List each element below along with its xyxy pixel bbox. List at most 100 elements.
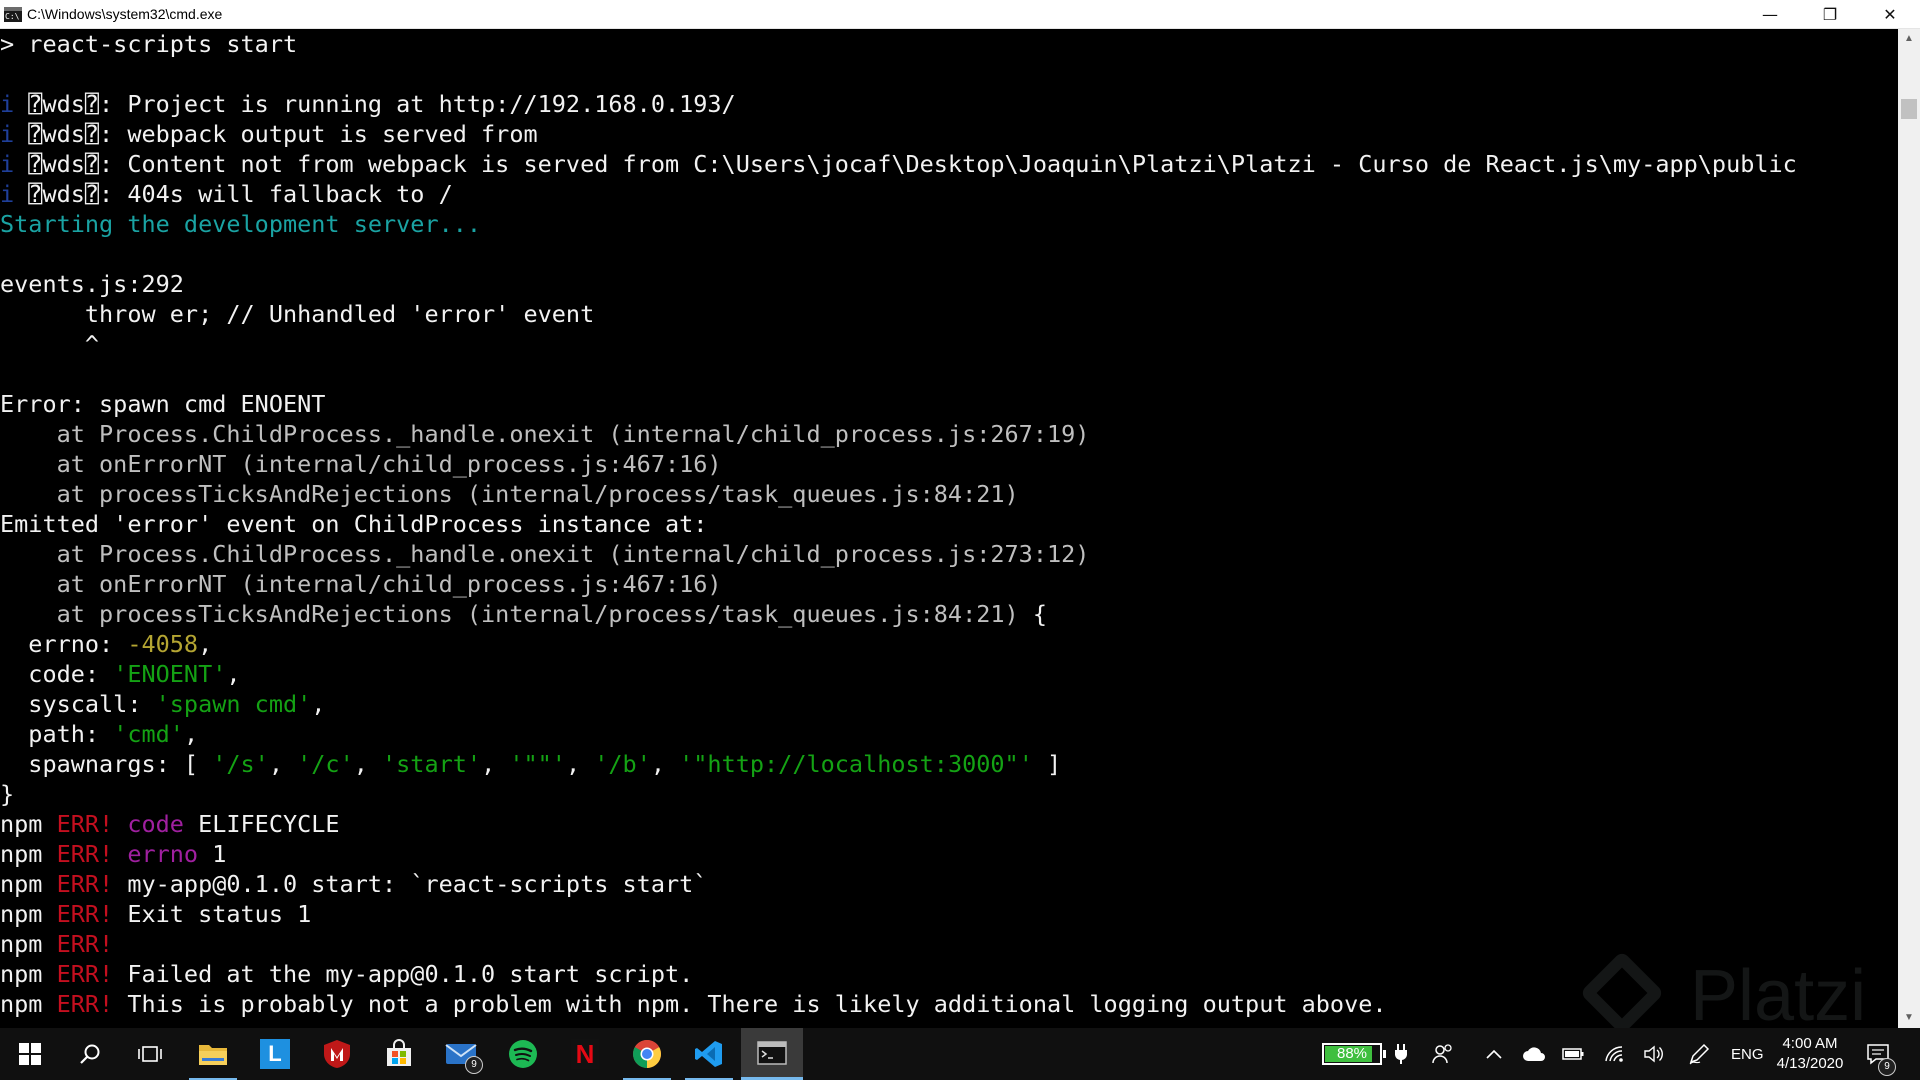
scroll-up-arrow-icon[interactable]: ▲ (1898, 29, 1920, 49)
minimize-button[interactable]: — (1740, 0, 1800, 29)
taskbar-chrome[interactable] (617, 1028, 677, 1080)
taskbar-vscode[interactable] (679, 1028, 739, 1080)
console-line: at Process.ChildProcess._handle.onexit (… (0, 419, 1898, 449)
console-text-segment: ERR! (56, 810, 114, 838)
scrollbar-thumb[interactable] (1901, 99, 1917, 119)
volume-button[interactable] (1643, 1028, 1665, 1080)
console-text-segment: Error: spawn cmd ENOENT (0, 390, 326, 418)
battery-terminal (1383, 1050, 1386, 1058)
taskbar-mcafee[interactable] (307, 1028, 367, 1080)
windows-logo-icon (19, 1043, 41, 1065)
console-line: npm ERR! code ELIFECYCLE (0, 809, 1898, 839)
console-text-segment: } (0, 780, 15, 808)
console-line: spawnargs: [ '/s', '/c', 'start', '""', … (0, 749, 1898, 779)
console-line: code: 'ENOENT', (0, 659, 1898, 689)
console-text-segment: at processTicksAndRejections (internal/p… (0, 480, 1019, 508)
console-text-segment: my-app@0.1.0 start: `react-scripts start… (113, 870, 708, 898)
taskbar-store[interactable] (369, 1028, 429, 1080)
taskbar-app-l[interactable]: L (245, 1028, 305, 1080)
chrome-icon (633, 1040, 661, 1068)
console-line: i ⍰wds⍰: Project is running at http://19… (0, 89, 1898, 119)
task-view-button[interactable] (120, 1028, 180, 1080)
console-text-segment: ⍰wds⍰: webpack output is served from (28, 120, 538, 148)
console-text-segment: ⍰wds⍰: Content not from webpack is serve… (28, 150, 1797, 178)
people-button[interactable] (1432, 1028, 1454, 1080)
console-text-segment: > react-scripts start (0, 30, 298, 58)
console-text-segment: ERR! (56, 870, 114, 898)
console-text-segment: , (650, 750, 680, 778)
speaker-icon (1644, 1045, 1663, 1063)
console-text-segment: errno: (0, 630, 128, 658)
search-icon (80, 1044, 100, 1064)
console-text-segment: '/s' (212, 750, 269, 778)
console-text-segment: ELIFECYCLE (183, 810, 340, 838)
taskbar-netflix[interactable]: N (555, 1028, 615, 1080)
console-text-segment: ^ (0, 330, 100, 358)
console-line: npm ERR! errno 1 (0, 839, 1898, 869)
pen-workspace-button[interactable] (1688, 1028, 1710, 1080)
close-button[interactable]: ✕ (1860, 0, 1920, 29)
onedrive-button[interactable] (1522, 1028, 1546, 1080)
console-text-segment: path: (0, 720, 114, 748)
battery-indicator[interactable]: 88% (1322, 1028, 1408, 1080)
console-line: at onErrorNT (internal/child_process.js:… (0, 569, 1898, 599)
console-text-segment: at Process.ChildProcess._handle.onexit (… (0, 540, 1090, 568)
battery-icon (1562, 1048, 1584, 1060)
console-text-segment: ⍰wds⍰: 404s will fallback to / (28, 180, 453, 208)
console-text-segment: npm (0, 960, 57, 988)
console-text-segment: at processTicksAndRejections (internal/p… (0, 600, 1019, 628)
language-indicator[interactable]: ENG (1731, 1028, 1764, 1080)
taskbar-spotify[interactable] (493, 1028, 553, 1080)
wifi-icon (1605, 1046, 1623, 1062)
window-title-bar[interactable]: C:\ C:\Windows\system32\cmd.exe — ❐ ✕ (0, 0, 1920, 29)
console-line: Starting the development server... (0, 209, 1898, 239)
console-line: throw er; // Unhandled 'error' event (0, 299, 1898, 329)
start-button[interactable] (0, 1028, 60, 1080)
console-text-segment: code (127, 810, 184, 838)
taskbar-mail[interactable]: 9 (431, 1028, 491, 1080)
wifi-button[interactable] (1604, 1028, 1626, 1080)
vertical-scrollbar[interactable]: ▲ ▼ (1898, 29, 1920, 1028)
console-line: i ⍰wds⍰: 404s will fallback to / (0, 179, 1898, 209)
console-text-segment: npm (0, 930, 57, 958)
console-text-segment: npm (0, 900, 57, 928)
console-text-segment: , (565, 750, 595, 778)
console-text-segment: , (268, 750, 298, 778)
taskbar-cmd[interactable] (741, 1028, 803, 1080)
show-hidden-icons-button[interactable] (1486, 1028, 1502, 1080)
console-text-segment: ⍰wds⍰: Project is running at http://192.… (28, 90, 736, 118)
search-button[interactable] (60, 1028, 120, 1080)
console-text-segment: ERR! (56, 840, 114, 868)
console-line: at Process.ChildProcess._handle.onexit (… (0, 539, 1898, 569)
console-text-segment: 'ENOENT' (113, 660, 227, 688)
console-text-segment: , (226, 660, 241, 688)
battery-percent: 88% (1336, 1045, 1368, 1062)
console-line: events.js:292 (0, 269, 1898, 299)
people-icon (1432, 1044, 1452, 1064)
console-text-segment: ERR! (56, 900, 114, 928)
console-line: i ⍰wds⍰: webpack output is served from (0, 119, 1898, 149)
console-text-segment (113, 810, 127, 838)
action-center-button[interactable]: 9 (1866, 1028, 1896, 1080)
console-output[interactable]: > react-scripts start i ⍰wds⍰: Project i… (0, 29, 1898, 1028)
battery-tray-button[interactable] (1562, 1028, 1584, 1080)
console-line: at processTicksAndRejections (internal/p… (0, 479, 1898, 509)
console-text-segment: Emitted 'error' event on ChildProcess in… (0, 510, 708, 538)
console-line: Emitted 'error' event on ChildProcess in… (0, 509, 1898, 539)
console-line: npm ERR! my-app@0.1.0 start: `react-scri… (0, 869, 1898, 899)
console-text-segment: '/c' (297, 750, 354, 778)
console-text-segment: ERR! (56, 990, 114, 1018)
clock[interactable]: 4:00 AM 4/13/2020 (1760, 1034, 1860, 1074)
console-text-segment (113, 840, 127, 868)
restore-button[interactable]: ❐ (1800, 0, 1860, 29)
console-text-segment: npm (0, 810, 57, 838)
console-text-segment: at onErrorNT (internal/child_process.js:… (0, 570, 722, 598)
console-line: > react-scripts start (0, 29, 1898, 59)
scroll-down-arrow-icon[interactable]: ▼ (1898, 1008, 1920, 1028)
console-line: ^ (0, 329, 1898, 359)
cmd-window-icon: C:\ (4, 7, 22, 22)
console-text-segment: code: (0, 660, 114, 688)
taskbar-file-explorer[interactable] (183, 1028, 243, 1080)
